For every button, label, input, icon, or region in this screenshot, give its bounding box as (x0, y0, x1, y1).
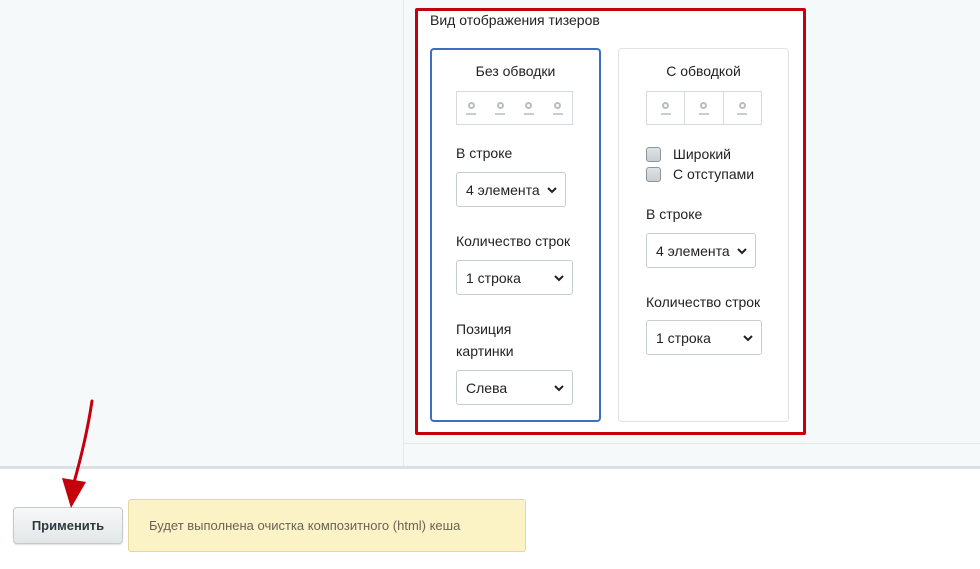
padded-option[interactable]: С отступами (646, 166, 754, 182)
teaser-style-plain-card[interactable]: Без обводки В строке 4 элемента Количест… (430, 48, 601, 422)
card-title-plain: Без обводки (475, 63, 556, 79)
teaser-item-icon (543, 92, 572, 124)
per-row-value: 4 элемента (656, 242, 730, 259)
wide-checkbox[interactable] (646, 146, 661, 162)
per-row-select[interactable]: 4 элемента (646, 233, 756, 268)
image-position-label: Позиция картинки (456, 321, 514, 359)
apply-button[interactable]: Применить (13, 507, 123, 544)
rows-count-label: Количество строк (456, 233, 571, 249)
per-row-select[interactable]: 4 элемента (456, 172, 566, 207)
section-title: Вид отображения тизеров (430, 12, 600, 28)
teaser-preview-plain (456, 91, 573, 125)
chevron-down-icon (743, 335, 753, 342)
per-row-value: 4 элемента (466, 181, 540, 198)
per-row-label: В строке (456, 145, 513, 161)
teaser-item-icon (684, 92, 722, 124)
left-panel-background (0, 0, 403, 466)
cache-notice: Будет выполнена очистка композитного (ht… (128, 499, 526, 552)
image-position-select[interactable]: Слева (456, 370, 573, 405)
rows-count-select[interactable]: 1 строка (456, 260, 573, 295)
rows-count-value: 1 строка (656, 329, 711, 346)
teaser-item-icon (457, 92, 486, 124)
teaser-style-bordered-card[interactable]: С обводкой Широкий С отступами В строке … (618, 48, 789, 422)
image-position-value: Слева (466, 379, 508, 396)
card-title-bordered: С обводкой (666, 63, 741, 79)
red-arrow-annotation (62, 399, 94, 508)
chevron-down-icon (554, 385, 564, 392)
per-row-label: В строке (646, 206, 703, 222)
chevron-down-icon (547, 187, 557, 194)
teaser-item-icon (647, 92, 684, 124)
teaser-item-icon (722, 92, 761, 124)
teaser-preview-bordered (646, 91, 762, 125)
rows-count-select[interactable]: 1 строка (646, 320, 762, 355)
padded-checkbox[interactable] (646, 166, 661, 182)
wide-label: Широкий (673, 146, 731, 162)
rows-count-value: 1 строка (466, 269, 521, 286)
chevron-down-icon (737, 248, 747, 255)
teaser-item-icon (486, 92, 515, 124)
panel-divider (404, 443, 980, 444)
teaser-item-icon (515, 92, 544, 124)
cache-notice-text: Будет выполнена очистка композитного (ht… (149, 518, 461, 533)
wide-option[interactable]: Широкий (646, 146, 731, 162)
chevron-down-icon (554, 275, 564, 282)
rows-count-label: Количество строк (646, 294, 761, 310)
padded-label: С отступами (673, 166, 755, 182)
